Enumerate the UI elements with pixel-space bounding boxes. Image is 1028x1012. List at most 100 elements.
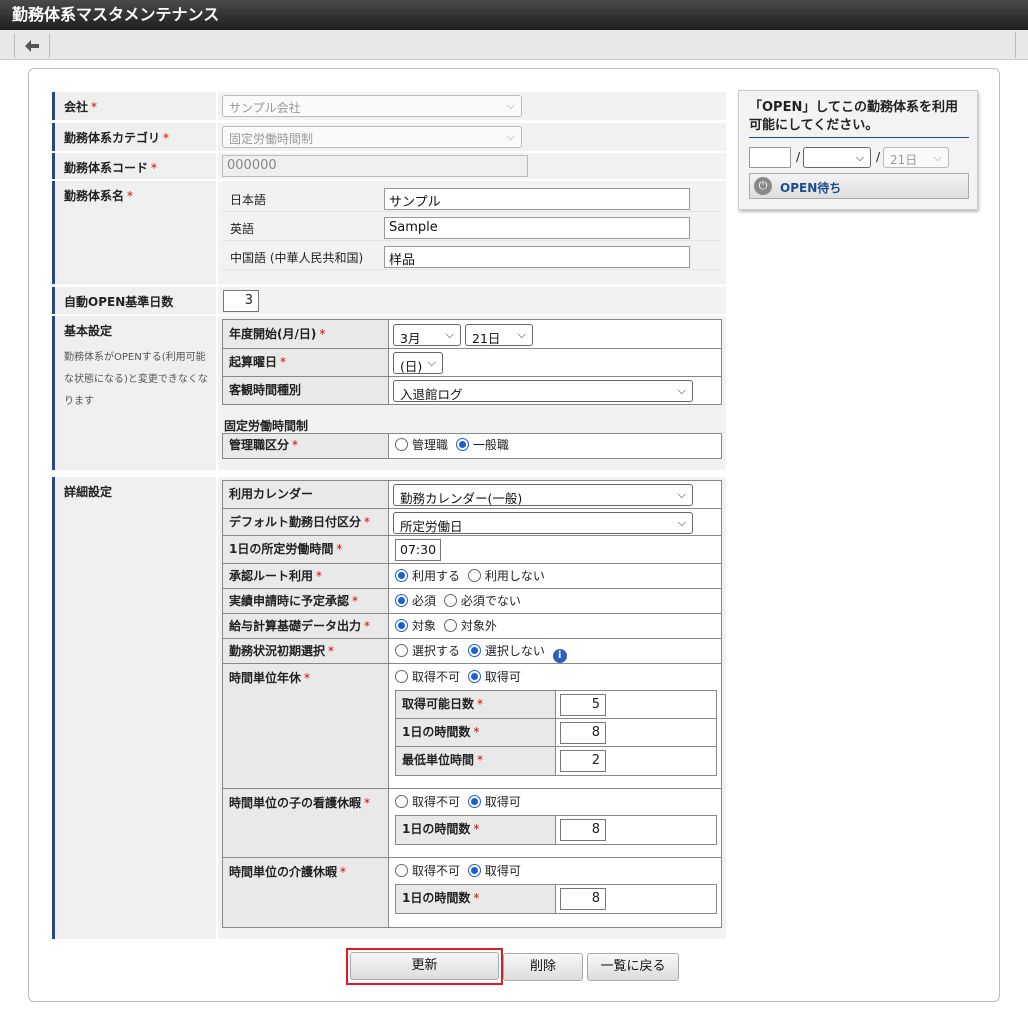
daily-hours-field[interactable]: 07:30 (395, 539, 441, 561)
open-status-button[interactable]: ⏻ OPEN待ち (749, 173, 969, 199)
approval-route-label: 承認ルート利用 * (223, 564, 389, 589)
manager-radio-1[interactable] (395, 438, 408, 451)
initial-select-radio-1[interactable] (395, 644, 408, 657)
name-row-zh: 中国語 (中華人民共和国) 样品 (222, 242, 720, 270)
basic-note: 勤務体系がOPENする(利用可能な状態になる)と変更できなくなります (64, 352, 208, 407)
manager-radio-2[interactable] (455, 438, 469, 451)
calendar-cell: 勤務カレンダー(一般) ⌵ (389, 481, 721, 509)
payroll-cell: 対象 対象外 (389, 614, 721, 639)
year-start-day-select[interactable]: 21日 ⌵ (465, 324, 533, 346)
auto-open-cell: 3 (218, 287, 726, 314)
plan-approval-radio-1[interactable] (395, 594, 408, 607)
nursing-care-radio-yes[interactable] (467, 864, 481, 877)
payroll-radio-2[interactable] (443, 619, 457, 632)
open-month-select[interactable]: ⌵ (803, 147, 871, 168)
payroll-radio-1[interactable] (395, 619, 408, 632)
power-icon: ⏻ (754, 177, 772, 195)
default-day-select[interactable]: 所定労働日 ⌵ (393, 512, 693, 534)
default-day-cell: 所定労働日 ⌵ (389, 509, 721, 536)
nursing-care-radios: 取得不可 取得可 (395, 862, 521, 879)
info-icon[interactable]: i (552, 649, 567, 663)
manager-table: 管理職区分 * 管理職 一般職 (222, 433, 722, 459)
days-label: 取得可能日数 * (396, 691, 556, 719)
manager-cell: 管理職 一般職 (389, 434, 721, 458)
child-care-radios: 取得不可 取得可 (395, 793, 521, 810)
name-ja-field[interactable]: サンプル (384, 188, 690, 210)
category-label: 勤務体系カテゴリ * (52, 123, 216, 151)
min-unit-field[interactable]: 2 (560, 750, 606, 772)
manager-label: 管理職区分 * (223, 434, 389, 458)
code-label: 勤務体系コード * (52, 153, 216, 179)
delete-button[interactable]: 削除 (503, 953, 583, 981)
nursing-care-cell: 取得不可 取得可 1日の時間数 * 8 (389, 858, 721, 927)
nursing-care-radio-no[interactable] (395, 864, 408, 877)
open-status-label: OPEN待ち (780, 181, 842, 195)
child-care-radio-yes[interactable] (467, 795, 481, 808)
default-day-label: デフォルト勤務日付区分 * (223, 509, 389, 536)
approval-route-radio-1[interactable] (395, 569, 408, 582)
date-sep-2: / (876, 150, 881, 164)
window-title: 勤務体系マスタメンテナンス (0, 0, 1028, 30)
plan-approval-label: 実績申請時に予定承認 * (223, 589, 389, 614)
plan-approval-cell: 必須 必須でない (389, 589, 721, 614)
start-weekday-select[interactable]: (日) ⌵ (393, 352, 443, 374)
child-care-cell: 取得不可 取得可 1日の時間数 * 8 (389, 789, 721, 858)
auto-open-field[interactable]: 3 (223, 290, 259, 312)
open-message: 「OPEN」してこの勤務体系を利用可能にしてください。 (749, 99, 969, 138)
approval-route-radio-2[interactable] (467, 569, 481, 582)
category-select: 固定労働時間制 ⌵ (222, 126, 522, 148)
child-care-label: 時間単位の子の看護休暇 * (223, 789, 389, 858)
code-cell: 000000 (218, 153, 726, 179)
child-care-radio-no[interactable] (395, 795, 408, 808)
objective-time-select[interactable]: 入退館ログ ⌵ (393, 380, 693, 402)
basic-label: 基本設定 勤務体系がOPENする(利用可能な状態になる)と変更できなくなります (52, 316, 216, 470)
back-button[interactable] (14, 34, 50, 58)
days-field[interactable]: 5 (560, 694, 606, 716)
hourly-leave-radio-yes[interactable] (467, 670, 481, 683)
lang-label-zh: 中国語 (中華人民共和国) (230, 251, 364, 265)
company-label: 会社 * (52, 92, 216, 120)
chevron-down-icon: ⌵ (427, 356, 436, 369)
highlight-box (346, 948, 503, 985)
year-start-month-select[interactable]: 3月 ⌵ (393, 324, 461, 346)
daily-hours-cell: 07:30 (389, 536, 721, 564)
hourly-leave-subtable: 取得可能日数 * 5 1日の時間数 * 8 最低単位時間 * 2 (395, 690, 717, 776)
toolbar (0, 30, 1028, 60)
chevron-down-icon: ⌵ (855, 151, 864, 164)
plan-approval-radio-2[interactable] (443, 594, 457, 607)
initial-select-radio-2[interactable] (467, 644, 481, 657)
category-cell: 固定労働時間制 ⌵ (218, 123, 726, 151)
open-panel: 「OPEN」してこの勤務体系を利用可能にしてください。 / ⌵ / 21日 ⌵ ⏻… (738, 90, 978, 210)
nursing-care-label: 時間単位の介護休暇 * (223, 858, 389, 927)
auto-open-label: 自動OPEN基準日数 (52, 287, 216, 314)
hourly-leave-radios: 取得不可 取得可 (395, 668, 521, 685)
company-cell: サンプル会社 ⌵ (218, 92, 726, 120)
calendar-select[interactable]: 勤務カレンダー(一般) ⌵ (393, 484, 693, 506)
initial-select-label: 勤務状況初期選択 * (223, 639, 389, 664)
nursing-care-hours-cell: 8 (556, 885, 716, 913)
chevron-down-icon: ⌵ (933, 151, 942, 164)
calendar-label: 利用カレンダー (223, 481, 389, 509)
hours-per-day-field[interactable]: 8 (560, 722, 606, 744)
lang-label-en: 英語 (230, 222, 255, 236)
basic-table: 年度開始(月/日) * 3月 ⌵ 21日 ⌵ 起算曜日 * (日) ⌵ 客観時間種別 入退… (222, 319, 722, 405)
open-year-field[interactable] (749, 147, 791, 168)
hourly-leave-radio-no[interactable] (395, 670, 408, 683)
hours-per-day-label: 1日の時間数 * (396, 719, 556, 747)
nursing-care-subtable: 1日の時間数 * 8 (395, 884, 717, 914)
name-en-field[interactable]: Sample (384, 217, 690, 239)
start-weekday-cell: (日) ⌵ (389, 349, 721, 377)
detail-table: 利用カレンダー 勤務カレンダー(一般) ⌵ デフォルト勤務日付区分 * 所定労働日 ⌵… (222, 480, 722, 928)
start-weekday-label: 起算曜日 * (223, 349, 389, 377)
code-field: 000000 (222, 155, 528, 177)
name-label: 勤務体系名 * (52, 181, 216, 284)
name-zh-field[interactable]: 样品 (384, 246, 690, 268)
nursing-care-hours-field[interactable]: 8 (560, 888, 606, 910)
year-start-label: 年度開始(月/日) * (223, 320, 389, 349)
child-care-hours-field[interactable]: 8 (560, 819, 606, 841)
child-care-hours-label: 1日の時間数 * (396, 816, 556, 844)
company-select: サンプル会社 ⌵ (222, 95, 522, 117)
back-to-list-button[interactable]: 一覧に戻る (587, 953, 679, 981)
name-row-ja: 日本語 サンプル (222, 184, 720, 212)
hourly-leave-cell: 取得不可 取得可 取得可能日数 * 5 1日の時間数 * 8 最低単位時間 * 2 (389, 664, 721, 789)
